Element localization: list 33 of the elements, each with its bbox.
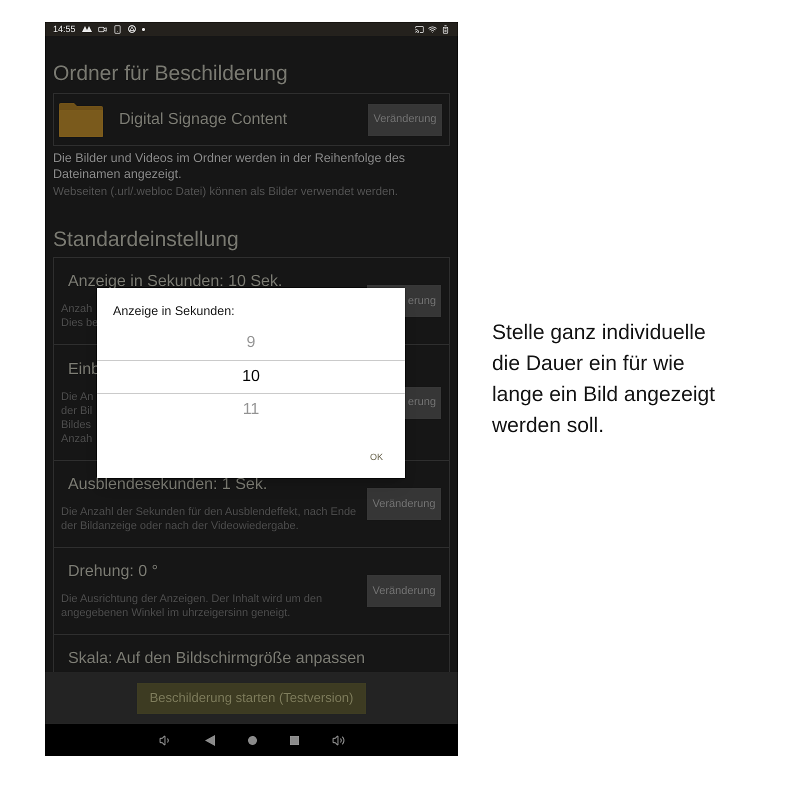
folder-name: Digital Signage Content [119, 110, 288, 130]
folder-description: Die Bilder und Videos im Ordner werden in der Reihenfolge des Dateinamen angezeigt. [53, 150, 406, 182]
dialog-title: Anzeige in Sekunden: [112, 303, 236, 320]
start-button[interactable]: Beschilderung starten (Testversion) [136, 682, 366, 714]
setting-title: Ausblendesekunden: 1 Sek. [67, 475, 268, 495]
change-button[interactable]: Veränderung [368, 104, 442, 136]
change-button[interactable]: Veränderung [367, 575, 441, 607]
section-heading: Standardeinstellung [53, 227, 240, 253]
battery-icon [441, 24, 450, 34]
picker-value[interactable]: 11 [97, 394, 405, 427]
picker-value[interactable]: 10 [97, 360, 405, 394]
setting-title: Anzeige in Sekunden: 10 Sek. [67, 272, 282, 292]
status-time: 14:55 [53, 24, 76, 34]
setting-title: Drehung: 0 ° [67, 562, 158, 582]
change-button[interactable]: Veränderung [367, 488, 441, 520]
home-icon[interactable] [248, 736, 256, 744]
mountain-icon [82, 26, 92, 32]
recents-icon[interactable] [290, 736, 298, 744]
picker-value[interactable]: 9 [97, 326, 405, 360]
back-icon[interactable] [204, 734, 214, 746]
folder-note: Webseiten (.url/.webloc Datei) können als Bilder verwendet werden. [53, 185, 399, 200]
setting-title: Skala: Auf den Bildschirmgröße anpassen [67, 649, 366, 669]
caption-text: Stelle ganz individuelle die Dauer ein für wie lange ein Bild angezeigt werden soll. [492, 320, 716, 439]
volume-up-icon[interactable] [332, 734, 344, 746]
video-icon [98, 24, 107, 34]
section-heading: Ordner für Beschilderung [53, 61, 289, 87]
wifi-icon [428, 24, 437, 34]
ok-button[interactable]: OK [370, 450, 383, 464]
cast-icon [415, 24, 424, 34]
triangle-circle-icon [128, 25, 136, 33]
folder-icon [58, 102, 104, 138]
phone-icon [112, 24, 122, 34]
volume-down-icon[interactable] [158, 734, 172, 746]
